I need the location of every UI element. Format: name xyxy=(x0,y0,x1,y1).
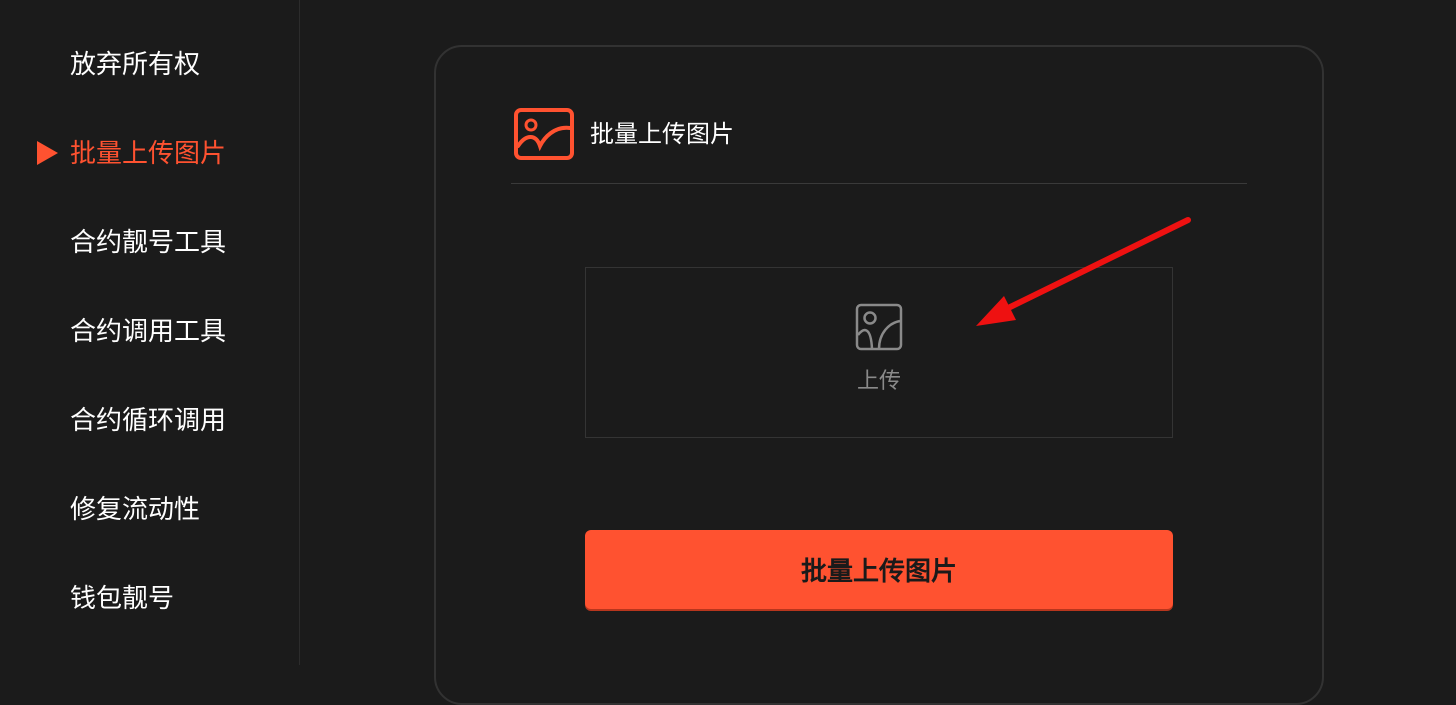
active-indicator-icon xyxy=(37,141,58,165)
sidebar-item-contract-vanity-tool[interactable]: 合约靓号工具 xyxy=(70,226,226,260)
sidebar-item-contract-call-tool[interactable]: 合约调用工具 xyxy=(70,315,226,349)
upload-label: 上传 xyxy=(856,369,901,394)
annotation-arrow-icon xyxy=(976,217,1191,326)
sidebar-item-contract-loop-call[interactable]: 合约循环调用 xyxy=(70,404,226,438)
batch-upload-button[interactable]: 批量上传图片 xyxy=(585,530,1173,609)
sidebar: 放弃所有权 批量上传图片 合约靓号工具 合约调用工具 合约循环调用 修复流动性 … xyxy=(0,0,300,665)
image-icon xyxy=(855,303,903,351)
card-divider xyxy=(511,183,1247,184)
sidebar-item-wallet-vanity[interactable]: 钱包靓号 xyxy=(70,582,174,616)
sidebar-item-fix-liquidity[interactable]: 修复流动性 xyxy=(70,493,200,527)
card-title: 批量上传图片 xyxy=(590,120,734,148)
sidebar-item-batch-upload-images[interactable]: 批量上传图片 xyxy=(70,137,226,171)
sidebar-item-renounce-ownership[interactable]: 放弃所有权 xyxy=(70,48,200,82)
image-icon xyxy=(514,108,574,160)
